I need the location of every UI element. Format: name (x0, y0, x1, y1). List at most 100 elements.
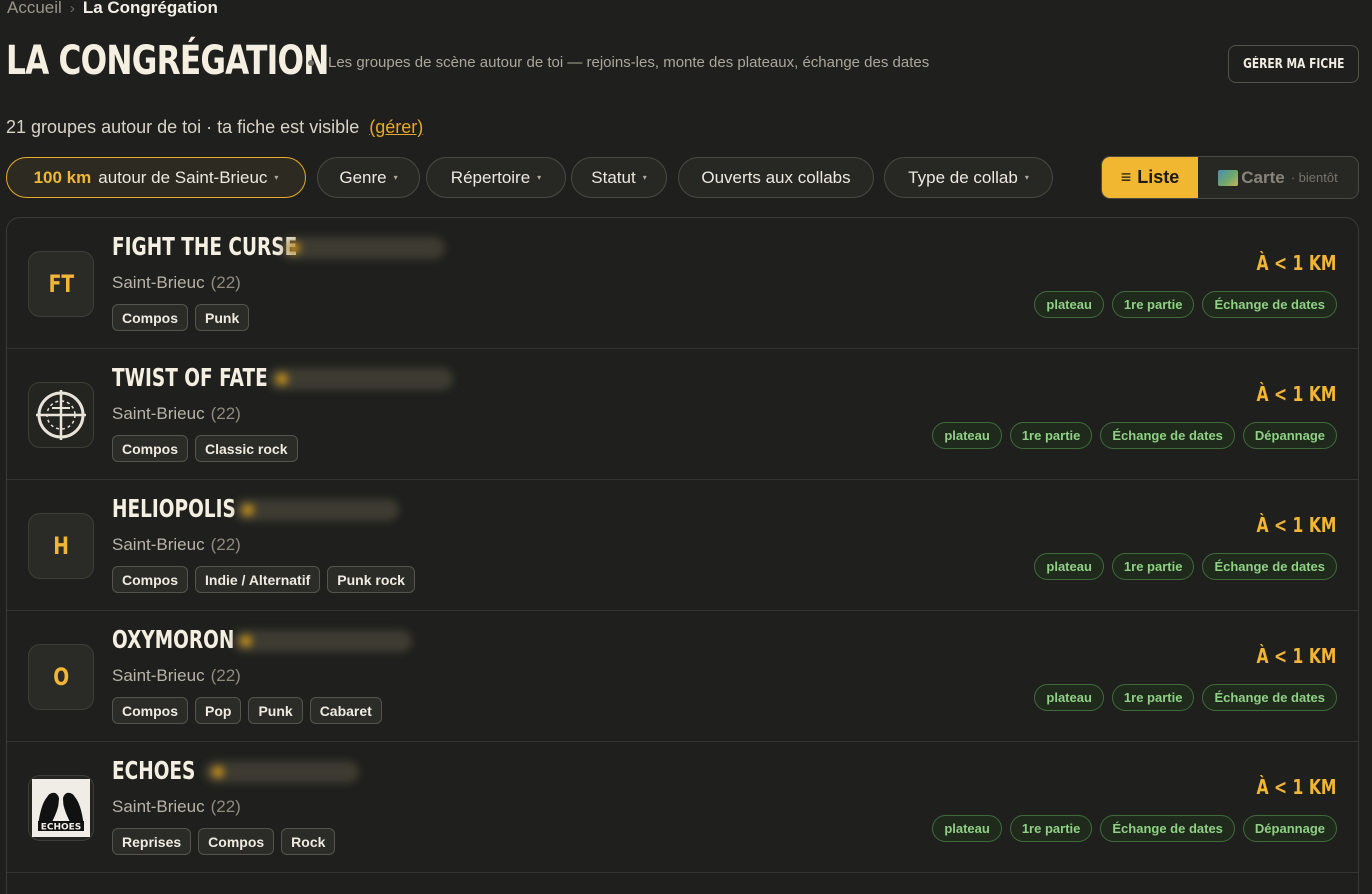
repertoire-filter-chip[interactable]: Répertoire ▾ (426, 157, 566, 198)
echoes-logo-icon: ECHOES (28, 775, 94, 841)
band-tags: Compos Indie / Alternatif Punk rock (112, 566, 415, 593)
map-view-button: Carte · bientôt (1198, 157, 1358, 198)
collab-type-badge: Dépannage (1242, 422, 1337, 449)
collab-type-badge: Dépannage (1242, 815, 1337, 842)
band-tags: Compos Punk (112, 304, 250, 331)
status-filter-chip[interactable]: Statut ▾ (571, 157, 667, 198)
bullet-dot-icon (308, 59, 314, 66)
results-count-text: 21 groupes autour de toi · ta fiche est … (6, 117, 360, 137)
breadcrumb: Accueil › La Congrégation (7, 0, 218, 18)
genre-tag: Compos (112, 304, 188, 331)
band-name[interactable]: HELIOPOLIS (112, 494, 236, 523)
band-collab-types: plateau 1re partie Échange de dates Dépanna… (932, 815, 1337, 842)
map-view-label: Carte (1241, 167, 1285, 187)
collab-type-badge: Échange de dates (1100, 815, 1235, 842)
band-row[interactable]: O OXYMORON Saint-Brieuc (22) Compos Pop Pun… (7, 611, 1358, 742)
list-view-button[interactable]: ≡ Liste (1102, 157, 1198, 198)
breadcrumb-separator: › (69, 0, 75, 17)
band-distance: À < 1 KM (1256, 775, 1336, 799)
chevron-down-icon: ▾ (537, 173, 542, 182)
manage-profile-button[interactable]: GÉRER MA FICHE (1228, 45, 1359, 83)
band-city: Saint-Brieuc (112, 273, 205, 292)
band-tags: Compos Pop Punk Cabaret (112, 697, 382, 724)
band-city: Saint-Brieuc (112, 535, 205, 554)
band-collab-types: plateau 1re partie Échange de dates Dépanna… (932, 422, 1337, 449)
band-initials: O (53, 663, 69, 691)
band-location: Saint-Brieuc (22) (112, 404, 241, 424)
band-row[interactable]: ECHOES ECHOES Saint-Brieuc (22) Reprises C… (7, 742, 1358, 873)
band-tags: Compos Classic rock (112, 435, 298, 462)
collab-type-badge: plateau (1034, 291, 1104, 318)
band-city: Saint-Brieuc (112, 666, 205, 685)
collab-type-badge: plateau (1034, 553, 1104, 580)
blurred-badge (204, 761, 359, 783)
band-city: Saint-Brieuc (112, 797, 205, 816)
genre-tag: Classic rock (195, 435, 298, 462)
band-row[interactable]: TWIST OF FATE Saint-Brieuc (22) Compos Cla… (7, 349, 1358, 480)
band-tags: Reprises Compos Rock (112, 828, 336, 855)
genre-tag: Punk (248, 697, 303, 724)
collab-type-badge: 1re partie (1009, 815, 1093, 842)
collab-type-badge: Échange de dates (1100, 422, 1235, 449)
band-location: Saint-Brieuc (22) (112, 273, 241, 293)
genre-tag: Reprises (112, 828, 192, 855)
genre-tag: Punk (195, 304, 250, 331)
collab-type-badge: Échange de dates (1202, 684, 1337, 711)
open-collabs-filter-chip[interactable]: Ouverts aux collabs (678, 157, 874, 198)
collab-type-badge: Échange de dates (1202, 553, 1337, 580)
genre-tag: Compos (112, 435, 188, 462)
genre-tag: Punk rock (327, 566, 415, 593)
band-distance: À < 1 KM (1256, 644, 1336, 668)
band-avatar: H (28, 513, 94, 579)
collab-type-badge: 1re partie (1111, 684, 1195, 711)
blurred-badge (232, 630, 412, 652)
band-collab-types: plateau 1re partie Échange de dates (1034, 553, 1337, 580)
open-collabs-filter-label: Ouverts aux collabs (701, 167, 851, 187)
genre-filter-label: Genre (339, 167, 387, 187)
genre-tag: Rock (281, 828, 336, 855)
band-initials: FT (48, 270, 74, 298)
band-collab-types: plateau 1re partie Échange de dates (1034, 291, 1337, 318)
crosshair-logo-icon (28, 382, 94, 448)
band-collab-types: plateau 1re partie Échange de dates (1034, 684, 1337, 711)
collab-type-badge: 1re partie (1009, 422, 1093, 449)
band-distance: À < 1 KM (1256, 251, 1336, 275)
genre-tag: Indie / Alternatif (195, 566, 321, 593)
band-list: FT FIGHT THE CURSE Saint-Brieuc (22) Comp… (6, 217, 1359, 894)
manage-visibility-link[interactable]: (gérer) (369, 117, 423, 138)
collab-type-filter-chip[interactable]: Type de collab ▾ (884, 157, 1053, 198)
band-row[interactable]: FT FIGHT THE CURSE Saint-Brieuc (22) Comp… (7, 218, 1358, 349)
band-city: Saint-Brieuc (112, 404, 205, 423)
band-name[interactable]: FIGHT THE CURSE (112, 232, 297, 261)
subtitle-text: Les groupes de scène autour de toi — rej… (328, 54, 930, 71)
band-row[interactable]: H HELIOPOLIS Saint-Brieuc (22) Compos Indi… (7, 480, 1358, 611)
band-name[interactable]: OXYMORON (112, 625, 234, 654)
breadcrumb-current: La Congrégation (82, 0, 218, 17)
genre-filter-chip[interactable]: Genre ▾ (317, 157, 420, 198)
blurred-badge (234, 499, 399, 521)
manage-profile-button-label: GÉRER MA FICHE (1242, 56, 1345, 72)
view-toggle: ≡ Liste Carte · bientôt (1101, 156, 1359, 199)
breadcrumb-home-link[interactable]: Accueil (7, 0, 62, 18)
band-department: (22) (210, 797, 241, 816)
genre-tag: Compos (112, 566, 188, 593)
chevron-down-icon: ▾ (274, 173, 279, 182)
radius-value: 100 km (33, 167, 92, 187)
band-department: (22) (210, 404, 241, 423)
band-avatar: FT (28, 251, 94, 317)
status-filter-label: Statut (591, 167, 636, 187)
band-avatar: O (28, 644, 94, 710)
band-distance: À < 1 KM (1256, 382, 1336, 406)
blurred-badge (280, 237, 445, 259)
genre-tag: Compos (198, 828, 275, 855)
radius-location-label: autour de Saint-Brieuc (98, 167, 268, 187)
band-name[interactable]: TWIST OF FATE (112, 363, 268, 392)
collab-type-badge: plateau (1034, 684, 1104, 711)
radius-filter-chip[interactable]: 100 km autour de Saint-Brieuc ▾ (6, 157, 306, 198)
band-department: (22) (210, 535, 241, 554)
band-initials: H (53, 532, 69, 560)
band-name[interactable]: ECHOES (112, 756, 195, 785)
genre-tag: Compos (112, 697, 188, 724)
page-title: LA CONGRÉGATION (6, 38, 329, 84)
collab-type-badge: 1re partie (1111, 291, 1195, 318)
